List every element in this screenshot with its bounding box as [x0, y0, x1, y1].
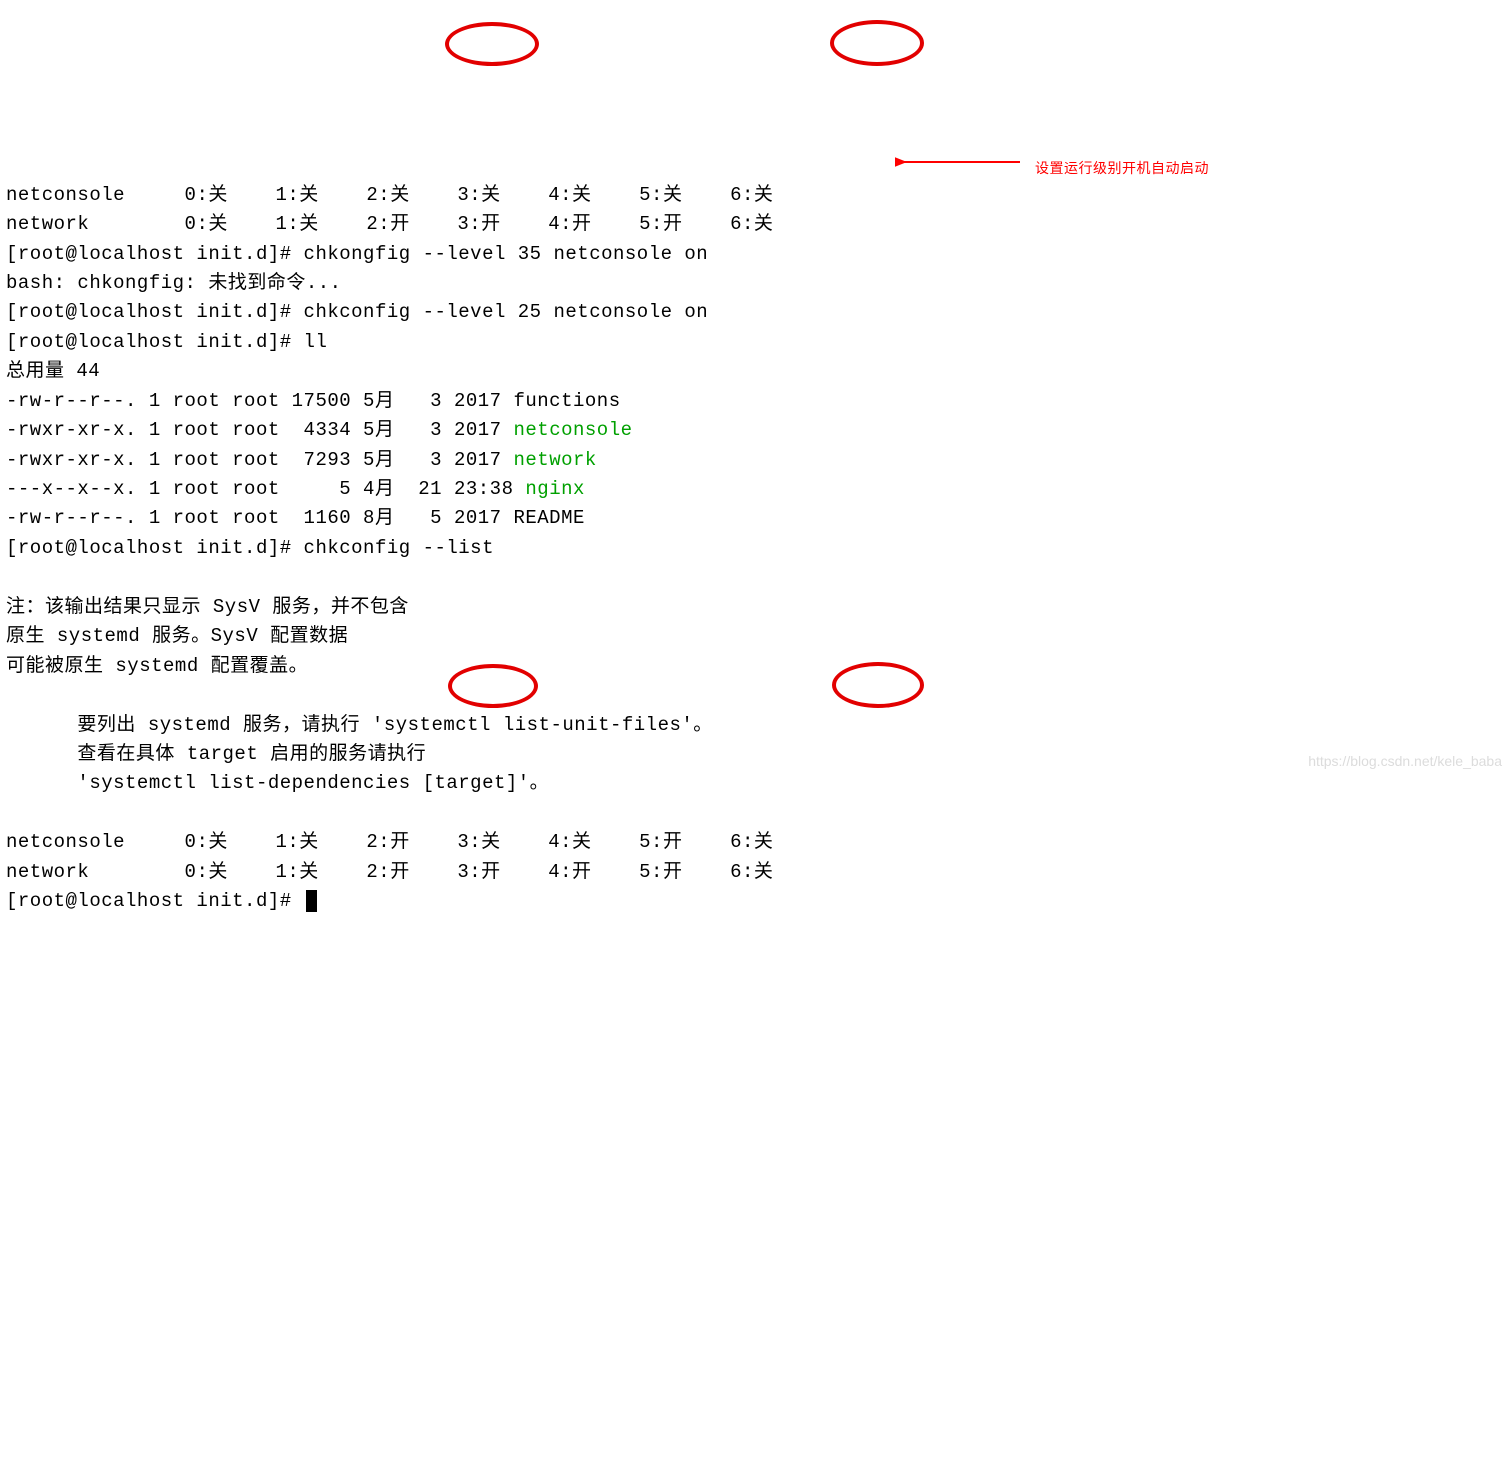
prompt-line-1: [root@localhost init.d]# chkongfig --lev… [6, 243, 708, 265]
note-line-5: 查看在具体 target 启用的服务请执行 [6, 743, 426, 765]
note-line-2: 原生 systemd 服务。SysV 配置数据 [6, 625, 348, 647]
lvl0: 0:关 [185, 831, 228, 853]
lvl2: 2:关 [366, 184, 409, 206]
lvl1: 1:关 [275, 861, 318, 883]
lvl6: 6:关 [730, 861, 773, 883]
svc-row-network-1: network 0:关 1:关 2:开 3:开 4:开 5:开 6:关 [6, 213, 773, 235]
lvl5: 5:开 [639, 213, 682, 235]
lvl3: 3:开 [457, 861, 500, 883]
lvl1: 1:关 [275, 831, 318, 853]
file-line-2: -rwxr-xr-x. 1 root root 4334 5月 3 2017 n… [6, 419, 633, 441]
lvl4: 4:开 [548, 861, 591, 883]
svc-name: netconsole [6, 184, 125, 206]
note-line-1: 注：该输出结果只显示 SysV 服务，并不包含 [6, 596, 409, 618]
lvl3: 3:开 [457, 213, 500, 235]
svc-name: network [6, 213, 89, 235]
lvl4: 4:开 [548, 213, 591, 235]
lvl0: 0:关 [185, 213, 228, 235]
note-line-4: 要列出 systemd 服务，请执行 'systemctl list-unit-… [6, 714, 713, 736]
lvl1: 1:关 [275, 184, 318, 206]
lvl0: 0:关 [185, 184, 228, 206]
lvl0: 0:关 [185, 861, 228, 883]
lvl2: 2:开 [366, 861, 409, 883]
lvl3: 3:关 [457, 184, 500, 206]
lvl6: 6:关 [730, 184, 773, 206]
annotation-text: 设置运行级别开机自动启动 [1035, 158, 1209, 180]
svc-row-netconsole-1: netconsole 0:关 1:关 2:关 3:关 4:关 5:关 6:关 [6, 184, 773, 206]
lvl5: 5:关 [639, 184, 682, 206]
svc-name: netconsole [6, 831, 125, 853]
file-name-exec: netconsole [513, 419, 632, 441]
circle-annotation-2 [830, 20, 924, 66]
file-line-1: -rw-r--r--. 1 root root 17500 5月 3 2017 … [6, 390, 621, 412]
file-line-3: -rwxr-xr-x. 1 root root 7293 5月 3 2017 n… [6, 449, 597, 471]
prompt-line-5[interactable]: [root@localhost init.d]# [6, 890, 317, 912]
file-meta: -rwxr-xr-x. 1 root root 4334 5月 3 2017 [6, 419, 513, 441]
file-line-5: -rw-r--r--. 1 root root 1160 8月 5 2017 R… [6, 507, 585, 529]
total-line: 总用量 44 [6, 360, 100, 382]
lvl4: 4:关 [548, 831, 591, 853]
file-name-exec: network [513, 449, 596, 471]
file-line-4: ---x--x--x. 1 root root 5 4月 21 23:38 ng… [6, 478, 585, 500]
lvl5: 5:开 [639, 861, 682, 883]
lvl5: 5:开 [639, 831, 682, 853]
lvl1: 1:关 [275, 213, 318, 235]
lvl3: 3:关 [457, 831, 500, 853]
note-line-3: 可能被原生 systemd 配置覆盖。 [6, 655, 308, 677]
bash-error: bash: chkongfig: 未找到命令... [6, 272, 342, 294]
lvl6: 6:关 [730, 831, 773, 853]
lvl4: 4:关 [548, 184, 591, 206]
lvl6: 6:关 [730, 213, 773, 235]
svc-row-netconsole-2: netconsole 0:关 1:关 2:开 3:关 4:关 5:开 6:关 [6, 831, 773, 853]
terminal-output: netconsole 0:关 1:关 2:关 3:关 4:关 5:关 6:关 n… [6, 151, 1506, 916]
lvl2: 2:开 [366, 831, 409, 853]
watermark-text: https://blog.csdn.net/kele_baba [1308, 751, 1502, 773]
prompt-line-3: [root@localhost init.d]# ll [6, 331, 327, 353]
file-meta: -rwxr-xr-x. 1 root root 7293 5月 3 2017 [6, 449, 513, 471]
prompt-text: [root@localhost init.d]# [6, 890, 304, 912]
file-meta: ---x--x--x. 1 root root 5 4月 21 23:38 [6, 478, 525, 500]
file-name-exec: nginx [525, 478, 585, 500]
note-line-6: 'systemctl list-dependencies [target]'。 [6, 772, 549, 794]
cursor-icon [306, 890, 317, 912]
svc-name: network [6, 861, 89, 883]
prompt-line-2: [root@localhost init.d]# chkconfig --lev… [6, 301, 708, 323]
prompt-line-4: [root@localhost init.d]# chkconfig --lis… [6, 537, 494, 559]
lvl2: 2:开 [366, 213, 409, 235]
circle-annotation-1 [445, 22, 539, 66]
svc-row-network-2: network 0:关 1:关 2:开 3:开 4:开 5:开 6:关 [6, 861, 773, 883]
